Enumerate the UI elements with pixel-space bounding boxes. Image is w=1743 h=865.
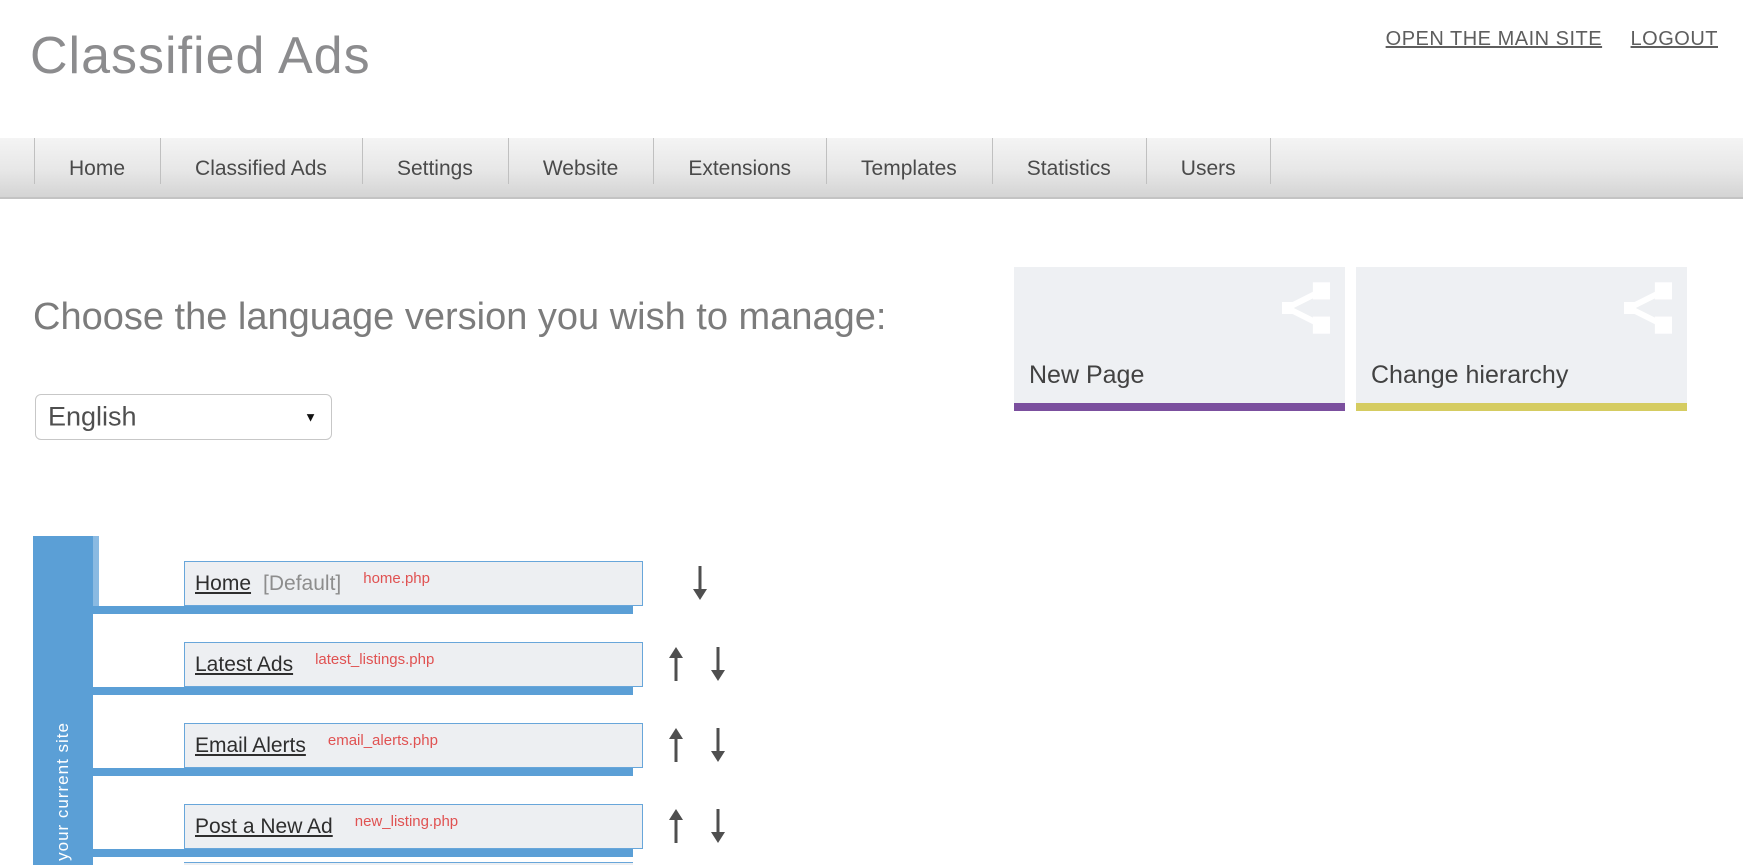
admin-page: Classified Ads OPEN THE MAIN SITE LOGOUT… <box>0 0 1743 865</box>
nav-item-settings[interactable]: Settings <box>361 138 508 197</box>
tree-trunk-connector <box>93 536 99 614</box>
tree-connector <box>93 687 633 695</box>
dropdown-arrow-icon: ▼ <box>304 409 317 425</box>
tree-connector <box>93 606 633 614</box>
page-link[interactable]: Home <box>195 572 251 595</box>
language-select-value: English <box>48 401 137 432</box>
card-label: New Page <box>1029 361 1145 389</box>
header-links: OPEN THE MAIN SITE LOGOUT <box>1362 28 1718 51</box>
page-filename: new_listing.php <box>354 813 459 830</box>
default-badge: [Default] <box>263 572 342 595</box>
move-down-button[interactable] <box>693 566 707 600</box>
move-down-button[interactable] <box>711 809 725 843</box>
move-up-button[interactable] <box>669 809 683 843</box>
page-filename: latest_listings.php <box>315 651 435 668</box>
page-link[interactable]: Post a New Ad <box>195 815 333 838</box>
page-filename: home.php <box>363 570 430 587</box>
tree-connector <box>93 768 633 776</box>
tree-row-latest-ads: Latest Ads latest_listings.php <box>184 642 643 687</box>
tree-row-post-a-new-ad: Post a New Ad new_listing.php <box>184 804 643 849</box>
tree-connector <box>93 849 633 857</box>
page-link[interactable]: Latest Ads <box>195 653 293 676</box>
card-new-page[interactable]: New Page <box>1014 267 1345 411</box>
main-nav: Home Classified Ads Settings Website Extensi… <box>0 138 1743 199</box>
tree-row-email-alerts: Email Alerts email_alerts.php <box>184 723 643 768</box>
nav-item-website[interactable]: Website <box>507 138 653 197</box>
move-down-button[interactable] <box>711 728 725 762</box>
card-label: Change hierarchy <box>1371 361 1569 389</box>
nav-item-classified-ads[interactable]: Classified Ads <box>160 138 362 197</box>
tree-row-home: Home [Default] home.php <box>184 561 643 606</box>
move-down-button[interactable] <box>711 647 725 681</box>
nav-item-extensions[interactable]: Extensions <box>653 138 826 197</box>
page-link[interactable]: Email Alerts <box>195 734 306 757</box>
logout-link[interactable]: LOGOUT <box>1631 28 1718 51</box>
page-filename: email_alerts.php <box>327 732 438 749</box>
open-main-site-link[interactable]: OPEN THE MAIN SITE <box>1386 28 1602 51</box>
nav-item-statistics[interactable]: Statistics <box>991 138 1146 197</box>
app-logo: Classified Ads <box>30 27 371 85</box>
nav-item-users[interactable]: Users <box>1145 138 1271 197</box>
page-title: Choose the language version you wish to … <box>33 296 887 338</box>
move-up-button[interactable] <box>669 728 683 762</box>
language-select[interactable]: English ▼ <box>35 394 332 440</box>
nav-item-templates[interactable]: Templates <box>826 138 992 197</box>
card-change-hierarchy[interactable]: Change hierarchy <box>1356 267 1687 411</box>
nav-item-home[interactable]: Home <box>34 138 160 197</box>
move-up-button[interactable] <box>669 647 683 681</box>
sitemap-icon <box>1624 282 1672 334</box>
current-site-bar: your current site <box>33 536 93 865</box>
sitemap-icon <box>1282 282 1330 334</box>
current-site-label: your current site <box>53 722 72 861</box>
